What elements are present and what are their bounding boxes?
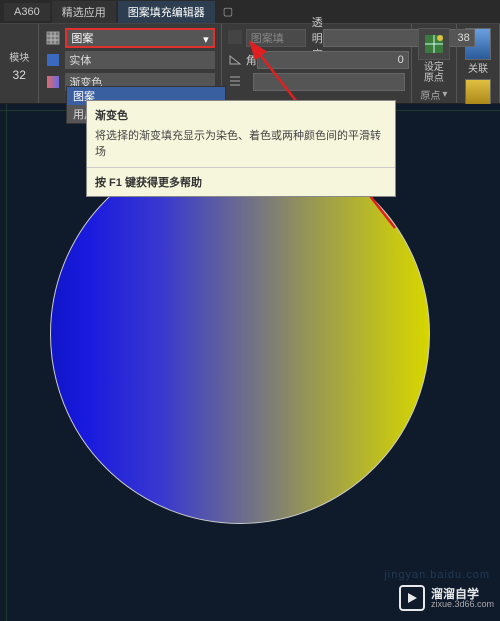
solid-icon xyxy=(45,52,61,68)
angle-icon xyxy=(228,52,242,68)
chevron-down-icon: ▾ xyxy=(442,89,447,100)
tab-apps[interactable]: 精选应用 xyxy=(52,1,116,23)
tab-a360[interactable]: A360 xyxy=(4,3,50,21)
tab-hatch-editor[interactable]: 图案填充编辑器 xyxy=(118,1,215,23)
tooltip-body: 将选择的渐变填充显示为染色、着色或两种颜色间的平滑转场 xyxy=(87,127,395,167)
set-origin-button[interactable] xyxy=(418,28,450,60)
tooltip-title: 渐变色 xyxy=(87,101,395,127)
watermark-brand: 溜溜自学 xyxy=(431,588,494,600)
row-solid[interactable]: 实体 xyxy=(65,51,214,69)
spacing-icon xyxy=(228,74,242,90)
watermark-url: zixue.3d66.com xyxy=(431,600,494,609)
tab-close-icon[interactable]: ▢ xyxy=(223,5,233,18)
watermark: 溜溜自学 zixue.3d66.com xyxy=(399,585,494,611)
tooltip: 渐变色 将选择的渐变填充显示为染色、着色或两种颜色间的平滑转场 按 F1 键获得… xyxy=(86,100,396,197)
left-panel: 模块 32 xyxy=(0,24,39,103)
tooltip-footer: 按 F1 键获得更多帮助 xyxy=(87,168,395,196)
spacing-input[interactable] xyxy=(253,73,405,91)
play-icon xyxy=(399,585,425,611)
tab-hatch-editor-label: 图案填充编辑器 xyxy=(128,7,205,19)
hatch-props-panel: 图案填 透明度 角 xyxy=(222,24,412,103)
angle-label: 角 xyxy=(246,52,257,68)
watermark-faint: jingyan.baidu.com xyxy=(384,569,490,581)
gradient-row-icon xyxy=(45,74,61,90)
chevron-down-icon: ▾ xyxy=(203,33,209,46)
gradient-circle-object[interactable] xyxy=(50,144,430,524)
hatch-type-value: 图案 xyxy=(71,30,93,46)
set-origin-label: 设定 原点 xyxy=(424,62,444,84)
origin-panel-label: 原点▾ xyxy=(412,87,456,102)
fill-disabled-box: 图案填 xyxy=(246,29,306,47)
angle-input[interactable] xyxy=(257,51,409,69)
left-label-module: 模块 xyxy=(9,49,29,64)
axis-vertical xyxy=(6,104,7,621)
left-value-32: 32 xyxy=(13,68,26,82)
pattern-icon xyxy=(45,30,61,46)
swatch-icon xyxy=(228,30,242,46)
top-tabs: A360 精选应用 图案填充编辑器 ▢ xyxy=(0,0,500,24)
origin-panel: 设定 原点 原点▾ xyxy=(412,24,457,103)
hatch-type-dropdown[interactable]: 图案 ▾ xyxy=(65,28,214,48)
